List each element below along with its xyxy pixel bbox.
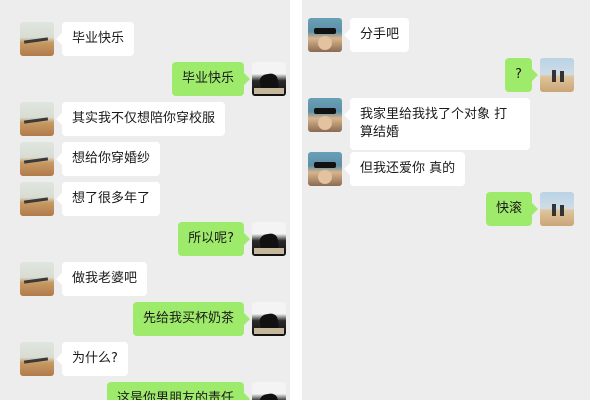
message-bubble[interactable]: 毕业快乐 [55, 22, 135, 56]
message-bubble[interactable]: 为什么? [56, 342, 128, 376]
message-row: 先给我买杯奶茶 [132, 302, 286, 336]
message-bubble[interactable]: 想了很多年了 [55, 182, 161, 216]
message-row: 所以呢? [178, 222, 286, 256]
right-chat-panel: 分手吧 ? 我家里给我找了个对象 打算结婚 但我还爱你 真的 快滚 [302, 0, 590, 400]
message-row: 想了很多年了 [20, 182, 161, 216]
message-row: 为什么? [20, 342, 128, 376]
message-bubble[interactable]: 所以呢? [178, 222, 250, 256]
message-row: 毕业快乐 [20, 22, 135, 56]
message-bubble[interactable]: 这是你男朋友的责任 [106, 382, 251, 400]
message-row: ? [505, 58, 574, 92]
message-row: 我家里给我找了个对象 打算结婚 [308, 98, 530, 150]
message-bubble[interactable]: 做我老婆吧 [55, 262, 148, 296]
message-bubble[interactable]: 想给你穿婚纱 [55, 142, 161, 176]
message-row: 快滚 [485, 192, 574, 226]
message-bubble[interactable]: 我家里给我找了个对象 打算结婚 [344, 98, 530, 150]
contact-avatar-icon[interactable] [308, 98, 342, 132]
self-avatar-icon[interactable] [540, 192, 574, 226]
contact-avatar-icon[interactable] [308, 152, 342, 186]
self-avatar-icon[interactable] [252, 62, 286, 96]
message-bubble[interactable]: 分手吧 [343, 18, 410, 52]
message-row: 其实我不仅想陪你穿校服 [20, 102, 226, 136]
message-bubble[interactable]: 毕业快乐 [171, 62, 251, 96]
self-avatar-icon[interactable] [252, 222, 286, 256]
message-row: 毕业快乐 [171, 62, 286, 96]
contact-avatar-icon[interactable] [308, 18, 342, 52]
self-avatar-icon[interactable] [252, 382, 286, 400]
message-row: 但我还爱你 真的 [308, 152, 466, 186]
message-bubble[interactable]: 但我还爱你 真的 [343, 152, 466, 186]
self-avatar-icon[interactable] [540, 58, 574, 92]
message-row: 分手吧 [308, 18, 410, 52]
contact-avatar-icon[interactable] [20, 342, 54, 376]
message-row: 做我老婆吧 [20, 262, 148, 296]
contact-avatar-icon[interactable] [20, 142, 54, 176]
left-chat-panel: 毕业快乐 毕业快乐 其实我不仅想陪你穿校服 想给你穿婚纱 想了很多年了 所以呢?… [0, 0, 290, 400]
message-row: 想给你穿婚纱 [20, 142, 161, 176]
self-avatar-icon[interactable] [252, 302, 286, 336]
contact-avatar-icon[interactable] [20, 262, 54, 296]
contact-avatar-icon[interactable] [20, 182, 54, 216]
contact-avatar-icon[interactable] [20, 102, 54, 136]
contact-avatar-icon[interactable] [20, 22, 54, 56]
message-bubble[interactable]: 快滚 [485, 192, 539, 226]
message-bubble[interactable]: 先给我买杯奶茶 [132, 302, 251, 336]
message-row: 这是你男朋友的责任 [106, 382, 286, 400]
message-bubble[interactable]: ? [505, 58, 538, 92]
message-bubble[interactable]: 其实我不仅想陪你穿校服 [55, 102, 226, 136]
